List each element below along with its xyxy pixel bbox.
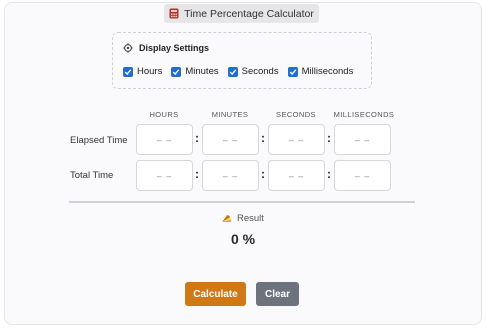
result-header: Result (221, 213, 264, 224)
total-minutes-input[interactable]: – – (202, 160, 259, 191)
app-title-bar: Time Percentage Calculator (164, 4, 319, 23)
total-time-label: Total Time (70, 170, 114, 181)
calculate-button[interactable]: Calculate (185, 282, 246, 306)
calculator-icon (169, 8, 179, 19)
display-settings-header: Display Settings (123, 43, 209, 53)
display-settings-panel: Display Settings Hours Minutes Seconds M… (112, 32, 372, 89)
minutes-checkbox-label: Minutes (185, 66, 219, 77)
milliseconds-checkbox[interactable]: Milliseconds (287, 66, 354, 77)
time-separator: : (327, 131, 331, 145)
column-header-milliseconds: MILLISECONDS (333, 110, 395, 119)
minutes-checkbox[interactable]: Minutes (171, 66, 219, 77)
app-title: Time Percentage Calculator (184, 7, 314, 20)
gear-icon (123, 43, 133, 53)
total-hours-input[interactable]: – – (136, 160, 193, 191)
time-separator: : (195, 167, 199, 181)
result-value: 0 % (230, 231, 256, 247)
time-separator: : (195, 131, 199, 145)
unit-checkbox-group: Hours Minutes Seconds Milliseconds (123, 66, 362, 77)
elapsed-seconds-input[interactable]: – – (268, 124, 325, 155)
time-separator: : (261, 131, 265, 145)
result-label: Result (237, 213, 264, 224)
checkbox-checked-icon[interactable] (123, 66, 133, 77)
display-settings-title: Display Settings (139, 43, 210, 53)
elapsed-milliseconds-input[interactable]: – – (334, 124, 391, 155)
hours-checkbox-label: Hours (137, 66, 163, 77)
column-header-hours: HOURS (149, 110, 179, 119)
column-header-seconds: SECONDS (276, 110, 316, 119)
pie-slice-icon (222, 215, 231, 222)
checkbox-checked-icon[interactable] (287, 66, 298, 77)
total-seconds-input[interactable]: – – (268, 160, 325, 191)
elapsed-time-label: Elapsed Time (70, 135, 128, 146)
elapsed-hours-input[interactable]: – – (136, 124, 193, 155)
column-header-minutes: MINUTES (211, 110, 249, 119)
hours-checkbox[interactable]: Hours (123, 66, 162, 77)
time-separator: : (261, 167, 265, 181)
seconds-checkbox[interactable]: Seconds (227, 66, 279, 77)
checkbox-checked-icon[interactable] (227, 66, 238, 77)
time-separator: : (327, 167, 331, 181)
milliseconds-checkbox-label: Milliseconds (301, 66, 354, 77)
section-divider (69, 201, 415, 203)
elapsed-minutes-input[interactable]: – – (202, 124, 259, 155)
total-milliseconds-input[interactable]: – – (334, 160, 391, 191)
checkbox-checked-icon[interactable] (171, 66, 182, 77)
clear-button[interactable]: Clear (256, 282, 299, 306)
seconds-checkbox-label: Seconds (241, 66, 279, 77)
